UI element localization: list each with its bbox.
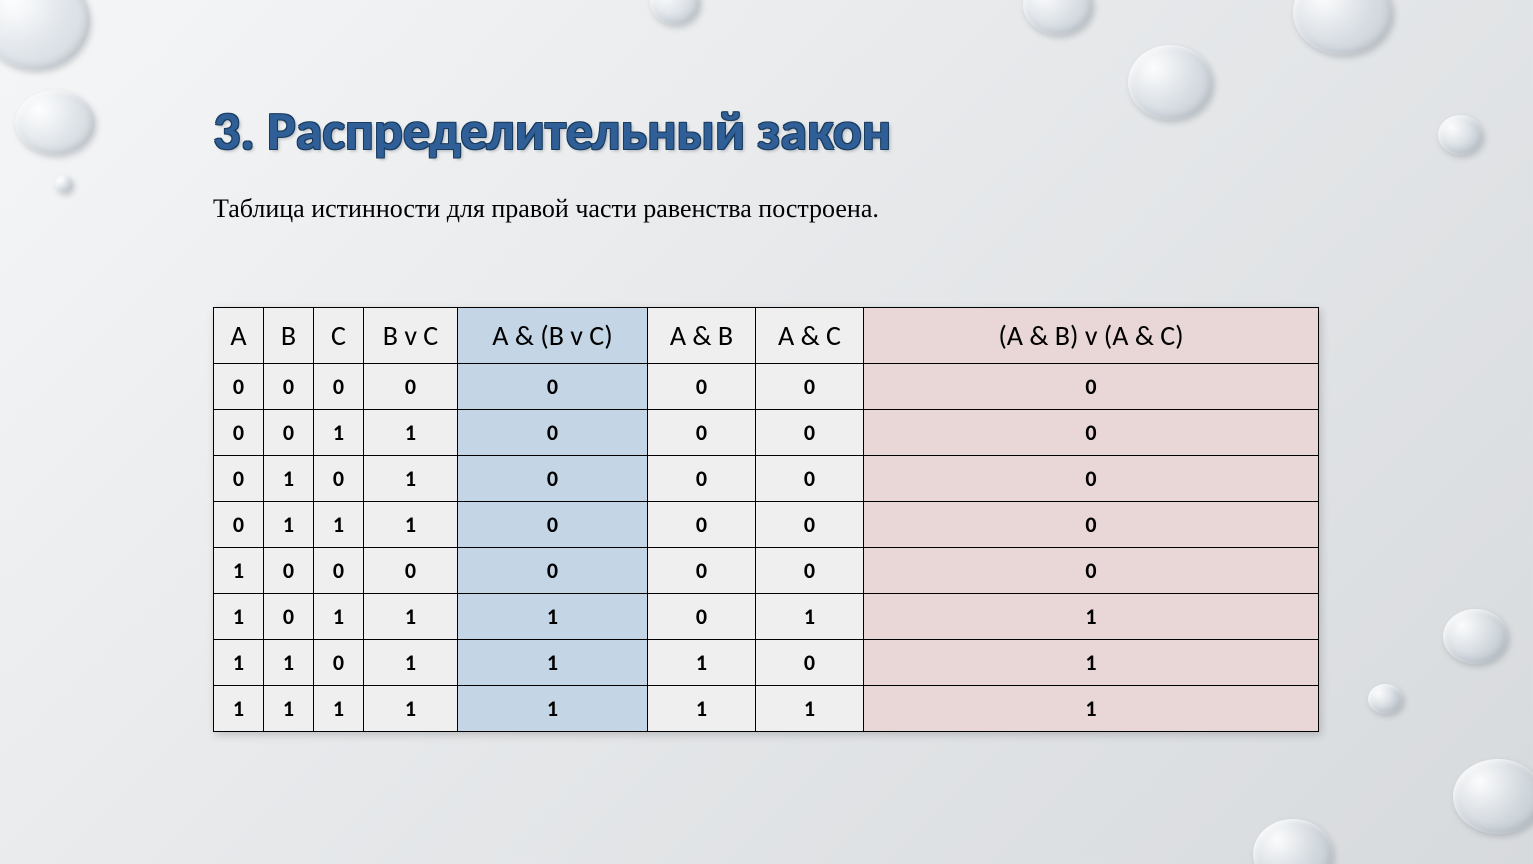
table-cell: 1 <box>364 594 458 640</box>
table-cell: 1 <box>364 502 458 548</box>
table-cell: 0 <box>314 548 364 594</box>
table-header-cell: A & C <box>756 308 864 364</box>
slide-title: 3. Распределительный закон <box>213 98 891 164</box>
truth-table-wrap: ABCB v CA & (B v C)A & BA & C(A & B) v (… <box>213 307 1319 732</box>
table-cell: 0 <box>264 548 314 594</box>
table-header-cell: (A & B) v (A & C) <box>864 308 1319 364</box>
table-cell: 1 <box>756 594 864 640</box>
table-cell: 1 <box>648 686 756 732</box>
table-cell: 1 <box>364 686 458 732</box>
table-cell: 1 <box>864 640 1319 686</box>
table-header-cell: A & B <box>648 308 756 364</box>
table-header-cell: A <box>214 308 264 364</box>
table-cell: 0 <box>214 502 264 548</box>
table-cell: 0 <box>756 410 864 456</box>
table-cell: 0 <box>864 410 1319 456</box>
table-cell: 1 <box>314 410 364 456</box>
table-cell: 1 <box>264 640 314 686</box>
table-header-row: ABCB v CA & (B v C)A & BA & C(A & B) v (… <box>214 308 1319 364</box>
table-row: 11011101 <box>214 640 1319 686</box>
table-cell: 0 <box>864 364 1319 410</box>
table-cell: 1 <box>458 594 648 640</box>
table-row: 11111111 <box>214 686 1319 732</box>
table-cell: 0 <box>756 548 864 594</box>
table-cell: 0 <box>214 410 264 456</box>
table-cell: 0 <box>756 640 864 686</box>
table-cell: 1 <box>264 502 314 548</box>
table-cell: 0 <box>756 456 864 502</box>
table-cell: 1 <box>264 686 314 732</box>
table-cell: 0 <box>314 364 364 410</box>
table-cell: 0 <box>314 640 364 686</box>
slide: 3. Распределительный закон Таблица истин… <box>0 0 1533 864</box>
table-row: 01110000 <box>214 502 1319 548</box>
table-cell: 0 <box>648 502 756 548</box>
table-cell: 1 <box>458 640 648 686</box>
table-cell: 1 <box>264 456 314 502</box>
table-cell: 0 <box>214 456 264 502</box>
table-cell: 0 <box>458 548 648 594</box>
table-header-cell: B v C <box>364 308 458 364</box>
table-cell: 1 <box>648 640 756 686</box>
table-cell: 0 <box>458 410 648 456</box>
table-cell: 1 <box>214 548 264 594</box>
table-cell: 0 <box>264 410 314 456</box>
table-cell: 0 <box>648 364 756 410</box>
table-cell: 0 <box>458 502 648 548</box>
table-header-cell: C <box>314 308 364 364</box>
table-header-cell: A & (B v C) <box>458 308 648 364</box>
table-cell: 1 <box>214 640 264 686</box>
table-cell: 0 <box>864 548 1319 594</box>
table-cell: 1 <box>364 410 458 456</box>
slide-subtitle: Таблица истинности для правой части раве… <box>213 194 879 224</box>
table-row: 10000000 <box>214 548 1319 594</box>
table-cell: 0 <box>648 456 756 502</box>
table-cell: 0 <box>864 456 1319 502</box>
table-cell: 0 <box>264 364 314 410</box>
table-header-cell: B <box>264 308 314 364</box>
table-cell: 1 <box>458 686 648 732</box>
table-cell: 0 <box>756 502 864 548</box>
table-cell: 0 <box>264 594 314 640</box>
table-cell: 0 <box>364 364 458 410</box>
table-body: 0000000000110000010100000111000010000000… <box>214 364 1319 732</box>
table-cell: 1 <box>314 502 364 548</box>
table-cell: 1 <box>314 686 364 732</box>
table-row: 00000000 <box>214 364 1319 410</box>
table-row: 01010000 <box>214 456 1319 502</box>
truth-table: ABCB v CA & (B v C)A & BA & C(A & B) v (… <box>213 307 1319 732</box>
table-cell: 0 <box>214 364 264 410</box>
table-cell: 0 <box>648 594 756 640</box>
table-cell: 0 <box>648 548 756 594</box>
table-row: 10111011 <box>214 594 1319 640</box>
table-cell: 1 <box>864 594 1319 640</box>
table-cell: 0 <box>364 548 458 594</box>
table-cell: 0 <box>864 502 1319 548</box>
table-cell: 1 <box>864 686 1319 732</box>
table-cell: 0 <box>314 456 364 502</box>
table-cell: 0 <box>458 364 648 410</box>
table-cell: 0 <box>756 364 864 410</box>
table-cell: 0 <box>458 456 648 502</box>
table-cell: 1 <box>364 640 458 686</box>
table-cell: 1 <box>314 594 364 640</box>
table-cell: 0 <box>648 410 756 456</box>
table-cell: 1 <box>214 686 264 732</box>
table-cell: 1 <box>756 686 864 732</box>
table-cell: 1 <box>364 456 458 502</box>
table-row: 00110000 <box>214 410 1319 456</box>
table-cell: 1 <box>214 594 264 640</box>
